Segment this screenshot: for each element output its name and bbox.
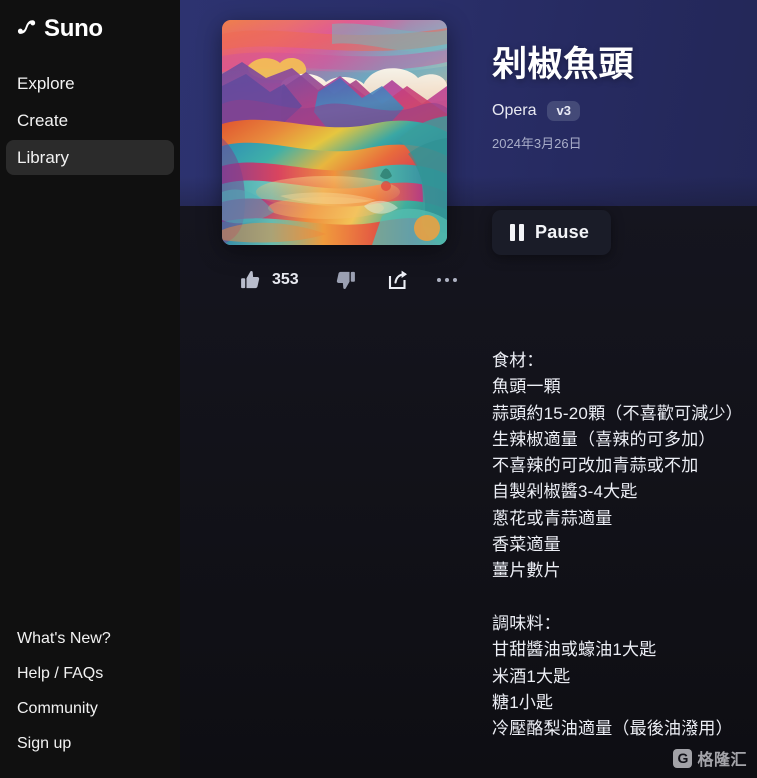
sidebar-item-whats-new[interactable]: What's New? bbox=[6, 622, 174, 655]
dislike-button[interactable] bbox=[334, 268, 358, 292]
album-art-image bbox=[222, 20, 447, 245]
sidebar-item-sign-up[interactable]: Sign up bbox=[6, 727, 174, 760]
sidebar-item-community[interactable]: Community bbox=[6, 692, 174, 725]
sidebar-nav-secondary: What's New? Help / FAQs Community Sign u… bbox=[6, 622, 174, 762]
sidebar-item-create[interactable]: Create bbox=[6, 103, 174, 138]
like-count: 353 bbox=[272, 271, 299, 288]
genre-row: Opera v3 bbox=[492, 100, 742, 121]
share-arrow-icon bbox=[388, 270, 407, 290]
created-date: 2024年3月26日 bbox=[492, 135, 582, 151]
album-art[interactable] bbox=[222, 20, 447, 245]
suno-music-note-icon bbox=[17, 19, 36, 34]
watermark-logo-icon: G bbox=[673, 748, 693, 768]
sidebar-item-explore[interactable]: Explore bbox=[6, 66, 174, 101]
pause-button-label: Pause bbox=[535, 222, 590, 242]
thumbs-up-icon bbox=[241, 270, 260, 289]
sidebar-item-help-faqs[interactable]: Help / FAQs bbox=[6, 657, 174, 690]
brand-name: Suno bbox=[44, 14, 103, 42]
genre-label: Opera bbox=[492, 101, 537, 119]
share-button[interactable] bbox=[386, 268, 410, 292]
version-badge: v3 bbox=[547, 100, 580, 121]
more-options-button[interactable] bbox=[436, 278, 457, 282]
brand-logo[interactable]: Suno bbox=[0, 0, 180, 44]
thumbs-down-icon bbox=[336, 271, 355, 290]
action-bar: 353 bbox=[238, 268, 457, 292]
song-meta: 剁椒魚頭 Opera v3 2024年3月26日 bbox=[492, 46, 742, 152]
watermark: G 格隆汇 bbox=[673, 746, 747, 770]
sidebar-item-library[interactable]: Library bbox=[6, 140, 174, 175]
pause-bars-icon bbox=[510, 224, 524, 241]
suno-song-page: Suno Explore Create Library What's New? … bbox=[0, 0, 757, 778]
page-title: 剁椒魚頭 bbox=[492, 45, 635, 84]
song-description: 食材： 魚頭一顆 蒜頭約15-20顆（不喜歡可減少） 生辣椒適量（喜辣的可多加）… bbox=[492, 351, 743, 739]
song-detail-pane: 剁椒魚頭 Opera v3 2024年3月26日 Pause 353 食材： 魚… bbox=[180, 0, 757, 778]
like-button[interactable]: 353 bbox=[238, 268, 299, 292]
sidebar: Suno Explore Create Library What's New? … bbox=[0, 0, 180, 778]
sidebar-nav-primary: Explore Create Library bbox=[0, 66, 180, 175]
more-horizontal-icon bbox=[436, 278, 457, 282]
pause-button[interactable]: Pause bbox=[492, 210, 612, 255]
watermark-text: 格隆汇 bbox=[697, 752, 747, 769]
